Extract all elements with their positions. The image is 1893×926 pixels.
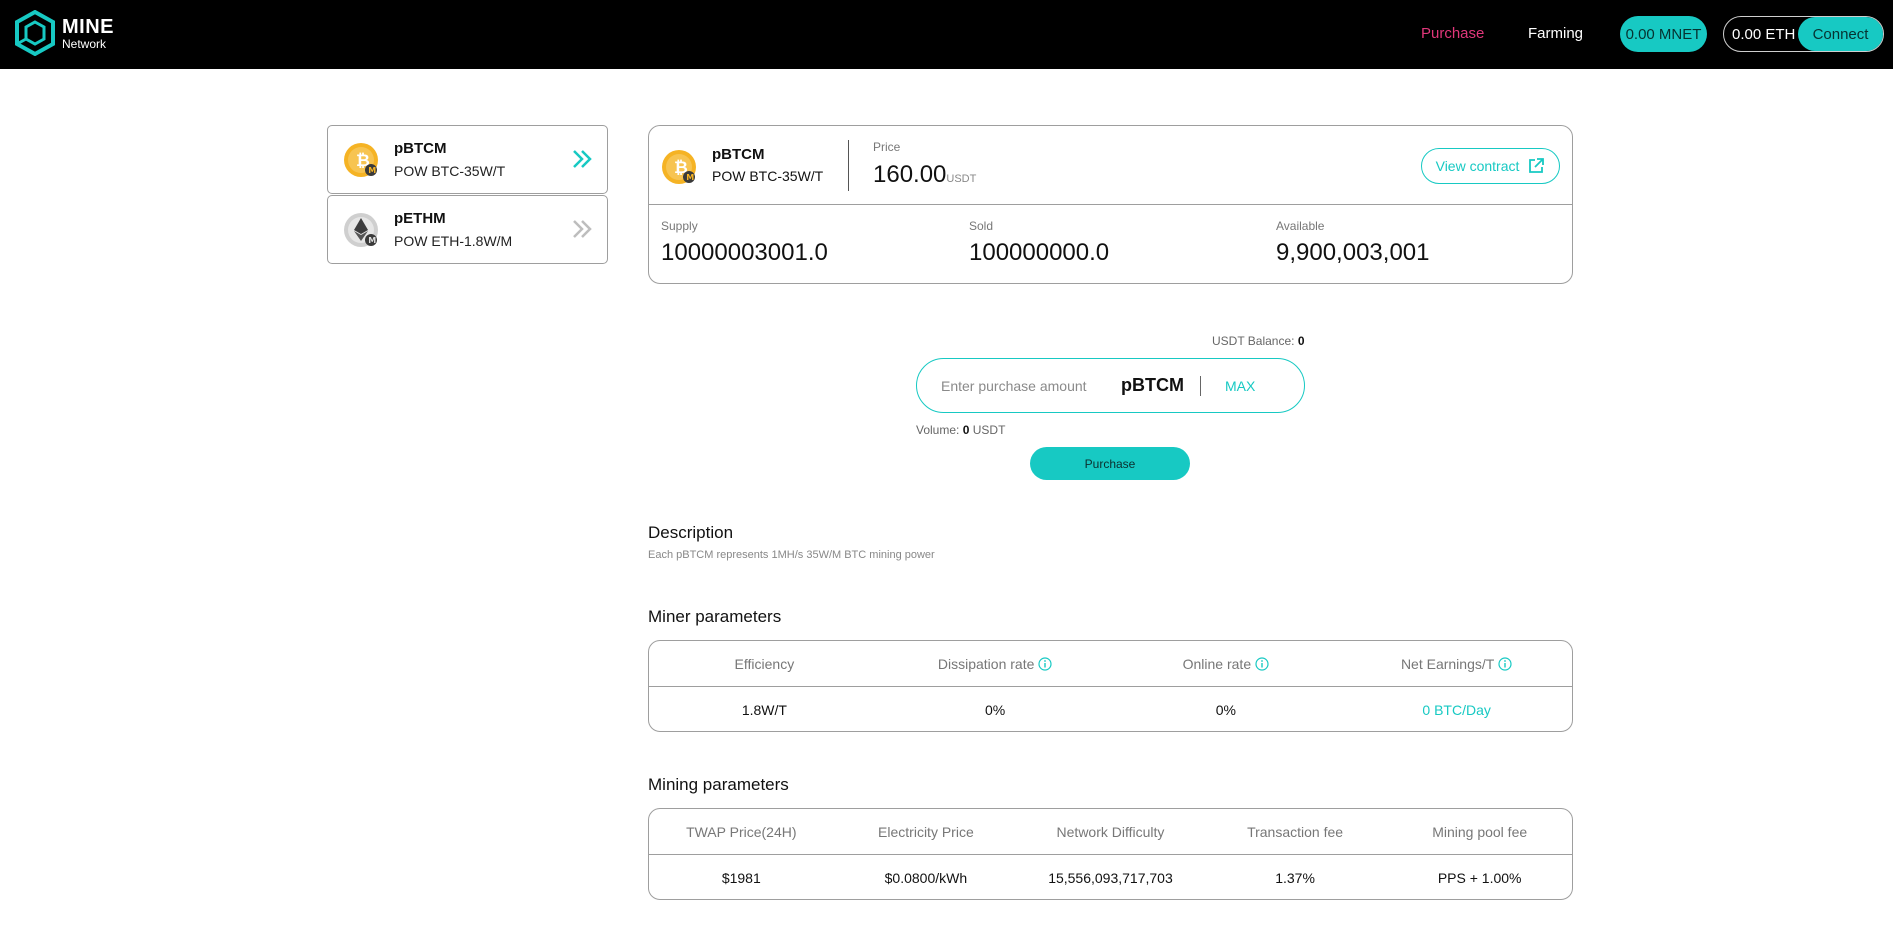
product-name: pBTCM (394, 140, 447, 157)
electricity-price-header: Electricity Price (878, 823, 974, 840)
net-earnings-value: 0 BTC/Day (1422, 701, 1491, 718)
usdt-balance-value: 0 (1297, 334, 1305, 348)
table-row: 1.8W/T 0% 0% 0 BTC/Day (649, 687, 1572, 732)
table-header-cell: Dissipation rate (880, 641, 1111, 686)
miner-parameters-table: Efficiency Dissipation rate Online rate … (648, 640, 1573, 732)
dissipation-rate-header: Dissipation rate (937, 655, 1035, 672)
view-contract-label: View contract (1435, 158, 1520, 174)
info-icon[interactable] (1498, 656, 1512, 671)
purchase-amount-field: pBTCM MAX (916, 358, 1305, 413)
bitcoin-coin-icon: ₿ M (344, 142, 378, 177)
external-link-icon (1529, 158, 1545, 173)
wallet-widget: 0.00 ETH Connect (1723, 16, 1884, 52)
supply-label: Supply (661, 219, 698, 233)
supply-stat: Supply 10000003001.0 (661, 219, 828, 267)
eth-balance: 0.00 ETH (1732, 25, 1796, 43)
online-rate-value: 0% (1215, 701, 1236, 718)
usdt-balance: USDT Balance: 0 (1212, 334, 1305, 348)
product-name: pBTCM (712, 146, 765, 163)
volume-value: 0 (962, 423, 970, 437)
mine-network-logo[interactable]: MINE Network (14, 10, 114, 56)
transaction-fee-header: Transaction fee (1247, 823, 1344, 840)
price-label: Price (873, 140, 901, 154)
available-value: 9,900,003,001 (1276, 239, 1430, 266)
svg-text:M: M (368, 166, 376, 175)
description-title: Description (648, 523, 734, 542)
table-header-row: TWAP Price(24H) Electricity Price Networ… (649, 809, 1572, 855)
svg-text:M: M (368, 236, 376, 245)
miner-parameters-title: Miner parameters (648, 607, 782, 626)
electricity-price-value: $0.0800/kWh (884, 869, 968, 886)
network-difficulty-header: Network Difficulty (1056, 823, 1165, 840)
sold-label: Sold (969, 219, 994, 233)
token-label: pBTCM (1121, 375, 1184, 395)
purchase-button[interactable]: Purchase (1030, 447, 1190, 480)
network-difficulty-value: 15,556,093,717,703 (1048, 869, 1173, 886)
view-contract-button[interactable]: View contract (1421, 148, 1560, 184)
nav-farming-link[interactable]: Farming (1528, 25, 1583, 42)
product-subtitle: POW ETH-1.8W/M (394, 233, 513, 249)
volume-readout: Volume: 0 USDT (916, 423, 1005, 437)
info-icon[interactable] (1038, 656, 1052, 671)
twap-price-value: $1981 (721, 869, 761, 886)
ethereum-coin-icon: M (344, 212, 378, 247)
nav-purchase-link[interactable]: Purchase (1421, 25, 1484, 42)
table-header-cell: Net Earnings/T (1341, 641, 1572, 686)
mining-parameters-table: TWAP Price(24H) Electricity Price Networ… (648, 808, 1573, 900)
product-info-card: ₿ M pBTCM POW BTC-35W/T Price 160.00USDT… (648, 125, 1573, 284)
sold-stat: Sold 100000000.0 (969, 219, 1109, 267)
mining-pool-fee-value: PPS + 1.00% (1437, 869, 1522, 886)
description-text: Each pBTCM represents 1MH/s 35W/M BTC mi… (648, 549, 935, 561)
price-unit: USDT (946, 173, 977, 185)
mnet-balance-button[interactable]: 0.00 MNET (1620, 16, 1707, 52)
purchase-amount-input[interactable] (941, 377, 1121, 394)
svg-text:M: M (686, 173, 694, 182)
divider (1199, 375, 1201, 396)
table-header-row: Efficiency Dissipation rate Online rate … (649, 641, 1572, 687)
hexagon-logo-icon (15, 10, 55, 56)
price-value: 160.00USDT (873, 161, 976, 189)
net-earnings-header: Net Earnings/T (1400, 655, 1495, 672)
usdt-balance-label: USDT Balance: (1212, 334, 1295, 348)
mining-parameters-title: Mining parameters (648, 775, 789, 794)
product-name: pETHM (394, 210, 446, 227)
table-header-cell: Online rate (1111, 641, 1342, 686)
product-item-pbtcm[interactable]: ₿ M pBTCM POW BTC-35W/T (327, 125, 608, 194)
transaction-fee-value: 1.37% (1275, 869, 1315, 886)
price-amount: 160.00 (873, 161, 947, 188)
double-chevron-right-icon (573, 220, 592, 238)
efficiency-value: 1.8W/T (741, 701, 787, 718)
supply-value: 10000003001.0 (661, 239, 828, 266)
logo-subtitle: Network (62, 36, 107, 51)
available-stat: Available 9,900,003,001 (1276, 219, 1429, 267)
table-row: $1981 $0.0800/kWh 15,556,093,717,703 1.3… (649, 855, 1572, 900)
max-button[interactable]: MAX (1225, 378, 1255, 394)
volume-unit: USDT (972, 423, 1006, 437)
mining-pool-fee-header: Mining pool fee (1432, 823, 1528, 840)
efficiency-header: Efficiency (734, 655, 795, 672)
top-navbar: MINE Network Purchase Farming 0.00 MNET … (0, 0, 1893, 69)
available-label: Available (1276, 219, 1325, 233)
product-subtitle: POW BTC-35W/T (394, 163, 506, 179)
info-icon[interactable] (1255, 656, 1269, 671)
twap-price-header: TWAP Price(24H) (686, 823, 797, 840)
product-item-pethm[interactable]: M pETHM POW ETH-1.8W/M (327, 195, 608, 264)
product-subtitle: POW BTC-35W/T (712, 168, 824, 184)
connect-wallet-button[interactable]: Connect (1798, 17, 1883, 51)
table-header-cell: Efficiency (649, 641, 880, 686)
logo-title: MINE (62, 15, 114, 38)
online-rate-header: Online rate (1182, 655, 1252, 672)
sold-value: 100000000.0 (969, 239, 1110, 266)
bitcoin-coin-icon: ₿ M (662, 150, 696, 184)
double-chevron-right-icon (573, 150, 592, 168)
divider (848, 140, 849, 191)
volume-label: Volume: (916, 423, 960, 437)
dissipation-rate-value: 0% (985, 701, 1006, 718)
product-info-header: ₿ M pBTCM POW BTC-35W/T Price 160.00USDT… (649, 126, 1572, 205)
